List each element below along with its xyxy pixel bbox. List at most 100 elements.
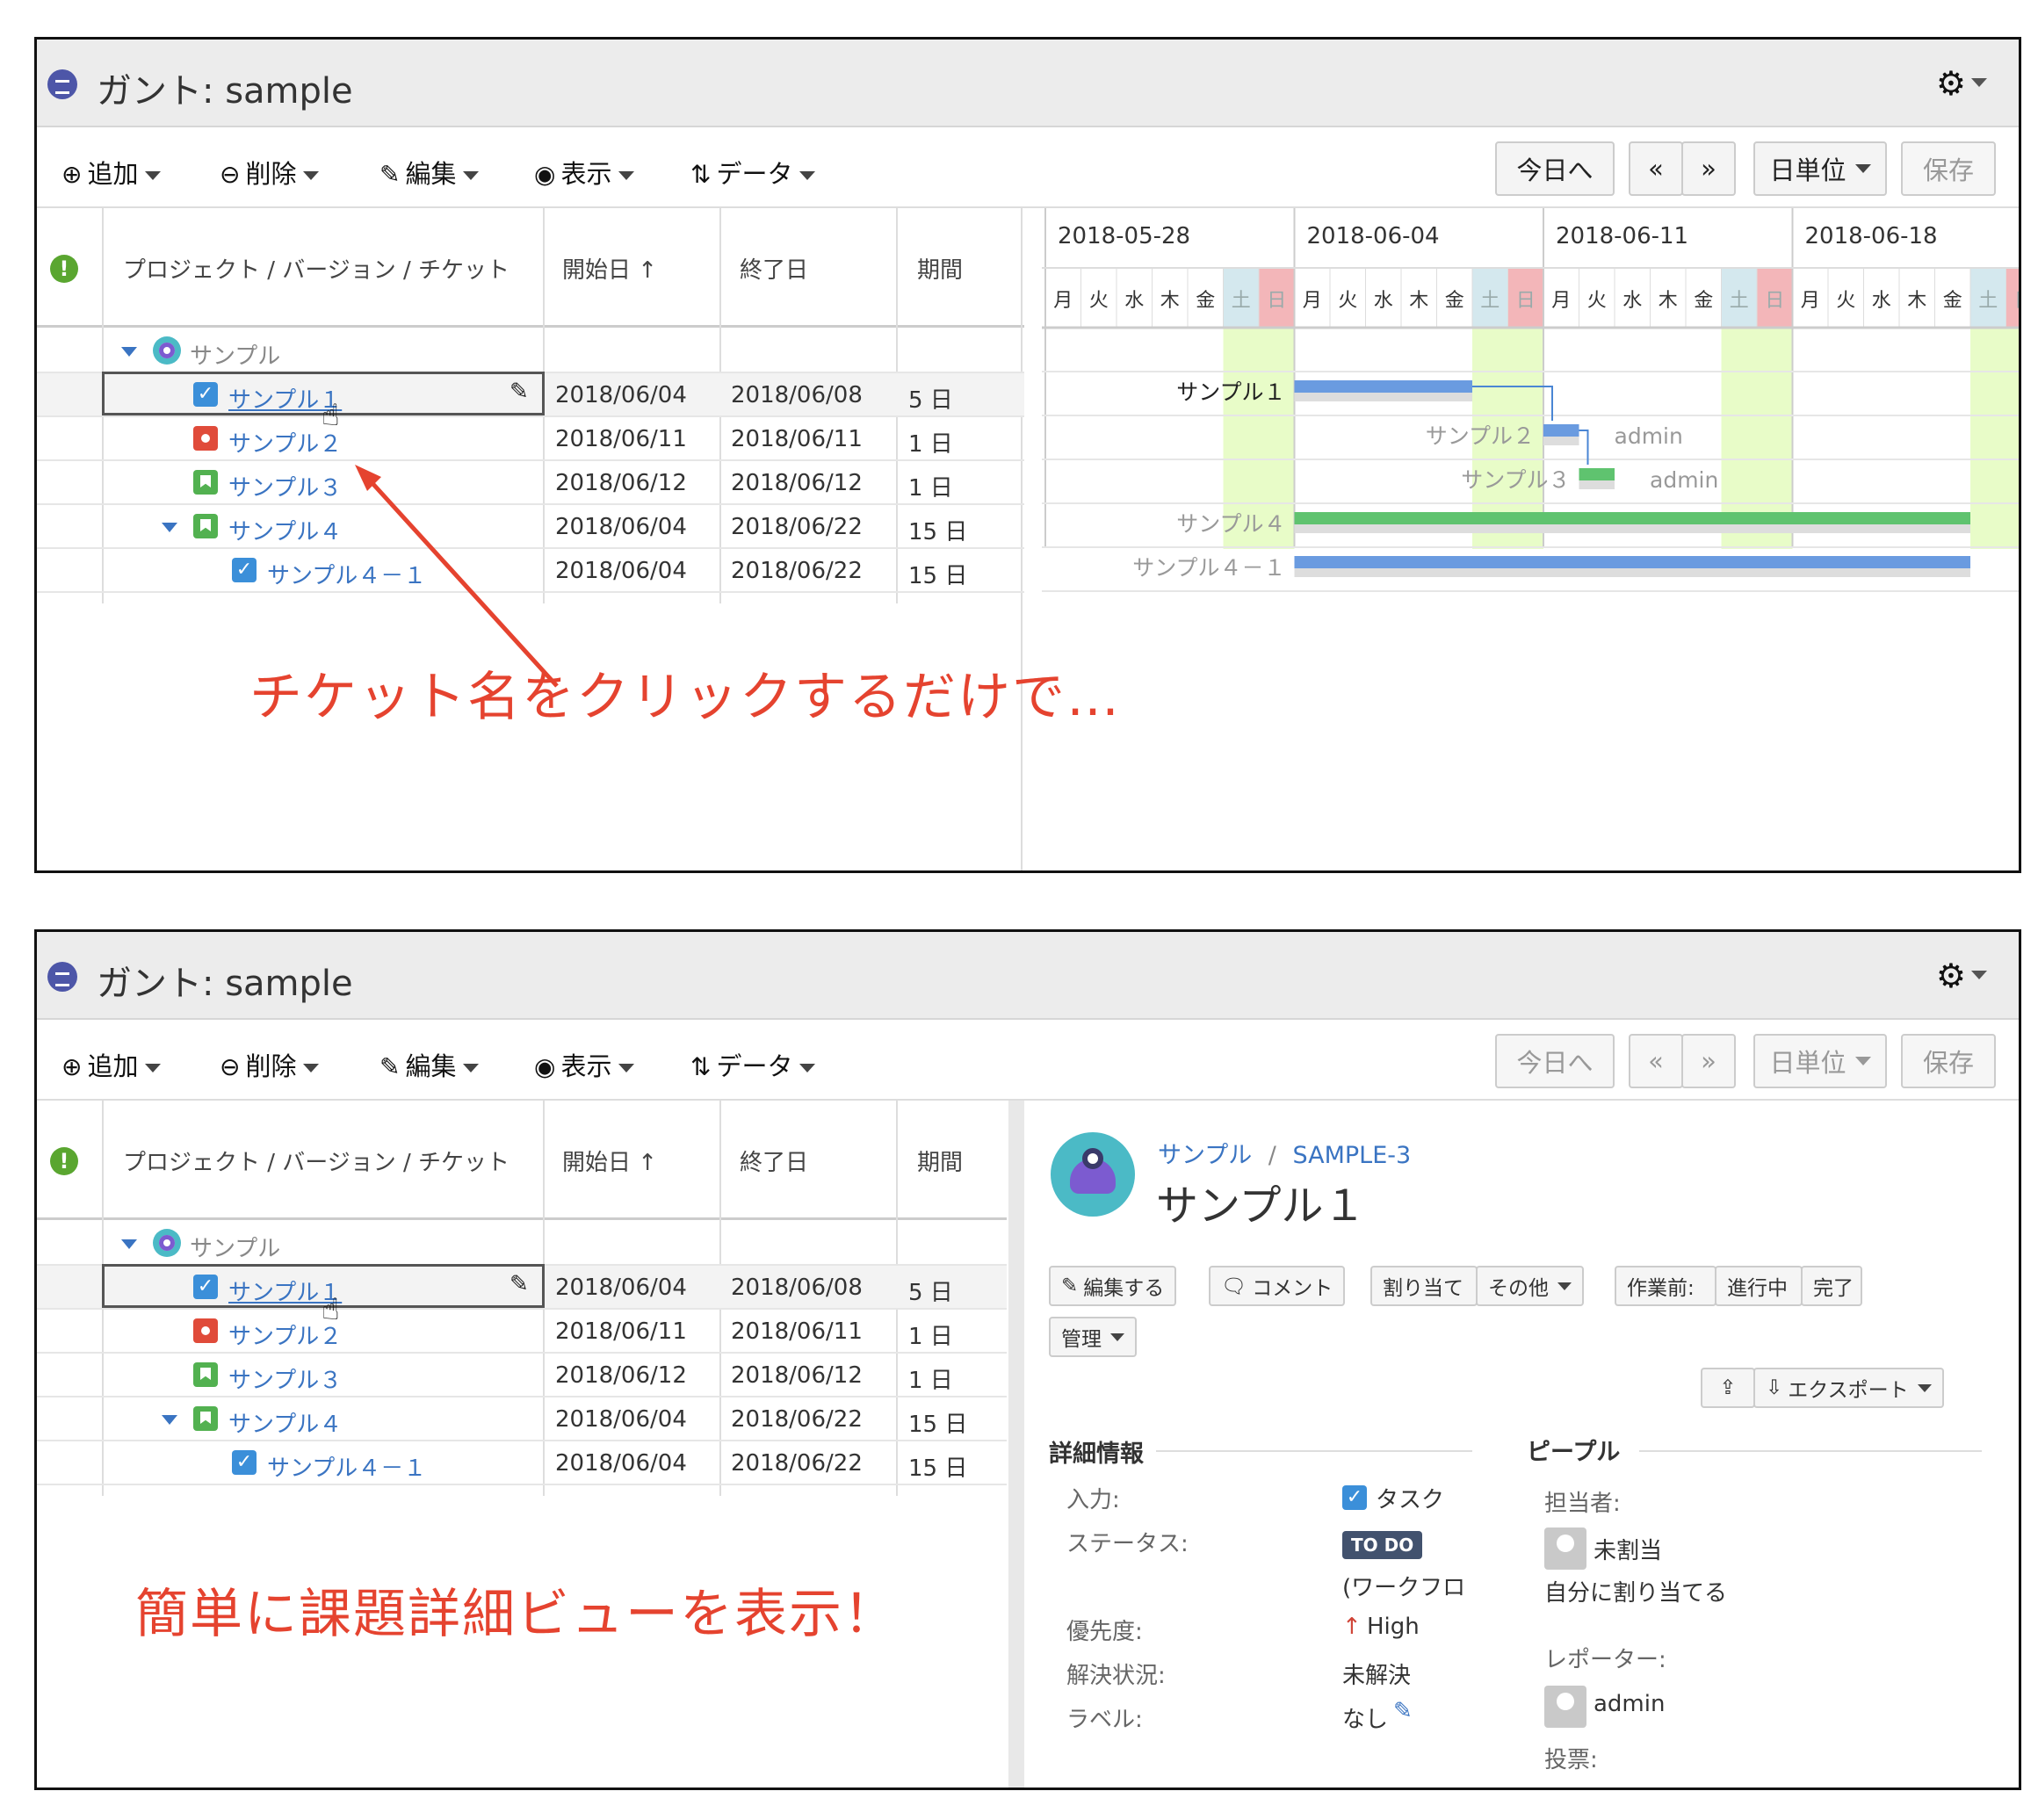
view-button[interactable]: ◉ 表示 — [534, 154, 635, 191]
prev-button[interactable]: « — [1629, 141, 1683, 196]
col-end-header[interactable]: 終了日 — [740, 1145, 808, 1177]
gantt-assignee-label: admin — [1650, 467, 1718, 493]
table-row[interactable]: サンプル４ 2018/06/04 2018/06/22 15 日 — [37, 1398, 1007, 1441]
project-row[interactable]: サンプル — [37, 329, 1024, 373]
end-date: 2018/06/22 — [731, 1450, 863, 1477]
week-label: 2018-06-11 — [1556, 223, 1688, 249]
table-row[interactable]: サンプル３ 2018/06/12 2018/06/12 1 日 — [37, 1354, 1007, 1398]
next-button[interactable]: » — [1681, 1034, 1736, 1088]
gantt-bar-shadow — [1294, 524, 1970, 533]
collapse-icon[interactable] — [162, 1415, 177, 1425]
story-type-icon — [193, 1362, 218, 1387]
gantt-bar-label: サンプル３ — [1461, 467, 1570, 493]
breadcrumb: サンプル / SAMPLE-3 — [1158, 1142, 1412, 1169]
minus-circle-icon: ⊖ — [220, 1052, 241, 1081]
title-bar: ガント: sample ⚙ — [37, 932, 2019, 1020]
today-button[interactable]: 今日へ — [1495, 141, 1615, 196]
done-button[interactable]: 完了 — [1801, 1266, 1862, 1306]
start-date: 2018/06/04 — [555, 1406, 687, 1433]
breadcrumb-project-link[interactable]: サンプル — [1158, 1142, 1252, 1169]
col-duration-header[interactable]: 期間 — [917, 1145, 963, 1177]
sort-asc-icon: ↑ — [638, 257, 658, 284]
project-row[interactable]: サンプル — [37, 1222, 1007, 1266]
project-name: サンプル — [190, 1236, 281, 1262]
unit-select[interactable]: 日単位 — [1753, 1034, 1887, 1088]
pane-splitter[interactable] — [1008, 1101, 1024, 1788]
edit-issue-button[interactable]: ✎ 編集する — [1049, 1266, 1177, 1306]
gear-icon[interactable]: ⚙ — [1936, 957, 1966, 995]
weekday-label: 水 — [1124, 290, 1144, 312]
col-name-header[interactable]: プロジェクト / バージョン / チケット — [123, 1145, 510, 1177]
edit-menu-button[interactable]: ✎ 編集 — [379, 154, 480, 191]
in-progress-button[interactable]: 進行中 — [1715, 1266, 1803, 1306]
weekday-label: 月 — [1801, 290, 1820, 312]
chevron-down-icon[interactable] — [1971, 78, 1987, 87]
chevron-down-icon[interactable] — [1971, 971, 1987, 979]
bug-type-icon — [193, 1318, 218, 1343]
assign-to-me-link[interactable]: 自分に割り当てる — [1544, 1575, 1727, 1607]
pencil-icon: ✎ — [379, 1052, 401, 1081]
labels-label: ラベル: — [1066, 1707, 1143, 1733]
next-button[interactable]: » — [1681, 141, 1736, 196]
export-button[interactable]: ⇩ エクスポート — [1753, 1368, 1944, 1408]
prev-button[interactable]: « — [1629, 1034, 1683, 1088]
edit-menu-button[interactable]: ✎ 編集 — [379, 1046, 480, 1083]
assign-button[interactable]: 割り当て — [1370, 1266, 1478, 1306]
details-header: 詳細情報 — [1049, 1441, 1144, 1468]
task-grid: ! プロジェクト / バージョン / チケット 開始日 ↑ 終了日 期間 サンプ… — [37, 1101, 1007, 1788]
delete-button[interactable]: ⊖ 削除 — [220, 154, 320, 191]
toolbar: ⊕ 追加 ⊖ 削除 ✎ 編集 ◉ 表示 ⇅ データ 今日へ « » 日単位 保存 — [37, 127, 2019, 208]
weekday-label: 月 — [1551, 290, 1571, 312]
table-row[interactable]: ✓ サンプル４－１ 2018/06/04 2018/06/22 15 日 — [37, 1441, 1007, 1485]
gantt-bar-shadow — [1579, 480, 1615, 489]
app-logo-icon — [47, 69, 77, 99]
status-badge: TO DO — [1342, 1531, 1423, 1559]
gantt-bar-shadow — [1543, 437, 1579, 445]
col-name-header[interactable]: プロジェクト / バージョン / チケット — [123, 252, 510, 285]
issue-key-link[interactable]: SAMPLE-3 — [1293, 1142, 1412, 1169]
edit-labels-icon[interactable]: ✎ — [1393, 1698, 1413, 1724]
collapse-icon[interactable] — [121, 1239, 137, 1249]
weekday-label: 日 — [1765, 290, 1784, 312]
admin-button[interactable]: 管理 — [1049, 1317, 1137, 1357]
hand-cursor-icon: ☝ — [322, 1292, 340, 1327]
weekday-label: 金 — [1445, 290, 1464, 312]
add-button[interactable]: ⊕ 追加 — [61, 154, 162, 191]
share-button[interactable]: ⇪ — [1701, 1368, 1755, 1408]
gantt-window-bottom: ガント: sample ⚙ ⊕ 追加 ⊖ 削除 ✎ 編集 ◉ 表示 ⇅ データ 今日へ «… — [34, 929, 2021, 1790]
data-button[interactable]: ⇅ データ — [690, 154, 816, 191]
col-end-header[interactable]: 終了日 — [740, 252, 808, 285]
todo-transition-button[interactable]: 作業前: — [1615, 1266, 1716, 1306]
unit-select[interactable]: 日単位 — [1753, 141, 1887, 196]
reporter-value: admin — [1594, 1691, 1666, 1717]
table-row[interactable]: サンプル２ 2018/06/11 2018/06/11 1 日 — [37, 1310, 1007, 1354]
ticket-link[interactable]: サンプル３ — [228, 1362, 342, 1395]
ticket-link[interactable]: サンプル４ — [228, 1406, 342, 1439]
delete-button[interactable]: ⊖ 削除 — [220, 1046, 320, 1083]
more-button[interactable]: その他 — [1476, 1266, 1584, 1306]
resolution-value: 未解決 — [1342, 1663, 1412, 1689]
save-button[interactable]: 保存 — [1901, 141, 1996, 196]
today-button[interactable]: 今日へ — [1495, 1034, 1615, 1088]
save-button[interactable]: 保存 — [1901, 1034, 1996, 1088]
workflow-link[interactable]: (ワークフロ — [1342, 1570, 1465, 1602]
col-start-header[interactable]: 開始日 ↑ — [562, 1145, 657, 1177]
assignee-label: 担当者: — [1544, 1491, 1621, 1517]
col-duration-header[interactable]: 期間 — [917, 252, 963, 285]
col-start-header[interactable]: 開始日 ↑ — [562, 252, 657, 285]
weekday-label: 日 — [1267, 290, 1286, 312]
weekday-label: 火 — [1089, 290, 1109, 312]
gear-icon[interactable]: ⚙ — [1936, 64, 1966, 103]
toolbar: ⊕ 追加 ⊖ 削除 ✎ 編集 ◉ 表示 ⇅ データ 今日へ « » 日単位 保存 — [37, 1020, 2019, 1101]
ticket-link[interactable]: サンプル４－１ — [267, 1450, 426, 1483]
data-button[interactable]: ⇅ データ — [690, 1046, 816, 1083]
add-button[interactable]: ⊕ 追加 — [61, 1046, 162, 1083]
view-button[interactable]: ◉ 表示 — [534, 1046, 635, 1083]
page-title: ガント: sample — [97, 71, 353, 112]
weekday-label: 月 — [1303, 290, 1322, 312]
pencil-icon: ✎ — [379, 160, 401, 189]
weekday-label: 土 — [1730, 290, 1749, 312]
comment-button[interactable]: 🗨 コメント — [1209, 1266, 1346, 1306]
collapse-icon[interactable] — [121, 347, 137, 357]
weekday-label: 水 — [1622, 290, 1642, 312]
